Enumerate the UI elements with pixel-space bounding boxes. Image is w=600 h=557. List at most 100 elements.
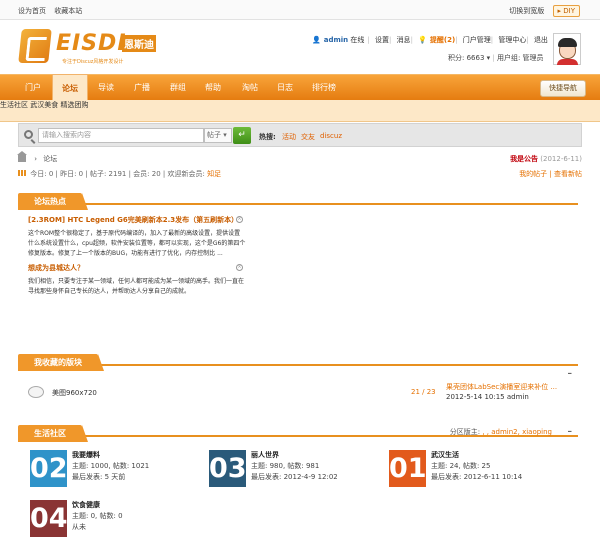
bookmark-link[interactable]: 收藏本站 — [54, 7, 82, 15]
nav-item-portal[interactable]: 门户 — [25, 75, 41, 101]
forum-badge[interactable]: 01 — [389, 450, 427, 487]
fav-forum-name[interactable]: 美图960x720 — [52, 388, 97, 398]
close-icon[interactable]: × — [236, 264, 243, 271]
avatar[interactable] — [553, 33, 581, 65]
hot-word-2[interactable]: 交友 — [301, 132, 315, 142]
nav-item-help[interactable]: 帮助 — [205, 75, 221, 101]
fav-section-title: 我收藏的版块 — [18, 354, 104, 371]
forum-meta: 主题: 1000, 帖数: 1021 — [72, 462, 150, 470]
my-posts-link[interactable]: 我的帖子 — [519, 170, 547, 178]
sub-nav: 生活社区 武汉美食 精选团购 — [0, 100, 600, 122]
forum-name[interactable]: 丽人世界 — [251, 451, 279, 459]
nav-item-broadcast[interactable]: 广播 — [134, 75, 150, 101]
search-input[interactable]: 请输入搜索内容 — [38, 128, 204, 143]
diy-button[interactable]: ▸ DIY — [552, 5, 580, 17]
hot-thread-body: 这个ROM整个很稳定了，基于原代码编译的，加入了最新的高级设置，提供设置什么系统… — [28, 230, 246, 257]
search-submit-button[interactable]: ↵ — [233, 127, 251, 144]
forum-name[interactable]: 武汉生活 — [431, 451, 459, 459]
diy-label: DIY — [563, 7, 575, 15]
nav-item-blog[interactable]: 日志 — [277, 75, 293, 101]
hot-section-title: 论坛热点 — [18, 193, 88, 210]
online-status[interactable]: 在线 — [350, 36, 364, 44]
usergroup-link[interactable]: 用户组: 管理员 — [497, 54, 544, 62]
nav-item-collection[interactable]: 淘帖 — [242, 75, 258, 101]
forum-name[interactable]: 我要爆料 — [72, 451, 100, 459]
hot-word-1[interactable]: 活动 — [282, 132, 296, 142]
settings-link[interactable]: 设置 — [375, 36, 389, 44]
search-scope-label: 帖子 — [207, 131, 221, 139]
newest-member-link[interactable]: 知足 — [207, 170, 221, 178]
forum-badge[interactable]: 02 — [30, 450, 68, 487]
announcement-title[interactable]: 我是公告 — [510, 155, 538, 163]
subnav-life[interactable]: 生活社区 — [0, 101, 28, 109]
main-nav: 门户 论坛 导读 广播 群组 帮助 淘帖 日志 排行榜 快捷导航 — [0, 74, 600, 102]
announcement-date: (2012-6-11) — [540, 155, 582, 163]
breadcrumb-forum[interactable]: 论坛 — [43, 155, 57, 163]
stats-members: 会员: 20 — [133, 170, 161, 178]
logout-link[interactable]: 退出 — [534, 36, 548, 44]
collapse-icon[interactable]: – — [568, 427, 573, 437]
announcement: 我是公告 (2012-6-11) — [510, 154, 582, 164]
points-link[interactable]: 积分: 6663 — [448, 54, 484, 62]
nav-item-guide[interactable]: 导读 — [98, 75, 114, 101]
forum-last: 最后发表: 5 天前 — [72, 473, 126, 481]
logo-text[interactable]: EISDL — [56, 31, 132, 56]
forum-stats: 今日: 0 | 昨日: 0 | 帖子: 2191 | 会员: 20 | 欢迎新会… — [18, 169, 221, 179]
username-link[interactable]: admin — [324, 36, 348, 44]
nav-item-groups[interactable]: 群组 — [170, 75, 186, 101]
logo-cn: 恩斯迪 — [122, 35, 156, 52]
subnav-food[interactable]: 武汉美食 — [30, 101, 58, 109]
search-icon — [24, 130, 33, 139]
stats-posts: 帖子: 2191 — [89, 170, 127, 178]
nav-item-ranking[interactable]: 排行榜 — [312, 75, 336, 101]
forum-meta: 主题: 0, 帖数: 0 — [72, 512, 123, 520]
forum-last: 最后发表: 2012-4-9 12:02 — [251, 473, 338, 481]
hot-thread-body: 我们相信，只要专注于某一领域，任何人都可能成为某一领域的高手。我们一直在寻找那些… — [28, 278, 245, 295]
search-scope-select[interactable]: 帖子 ▾ — [204, 128, 232, 143]
new-posts-link[interactable]: 查看新帖 — [554, 170, 582, 178]
life-section-title: 生活社区 — [18, 425, 88, 442]
home-icon[interactable] — [17, 151, 27, 162]
hot-thread-title[interactable]: 想成为县城达人？ — [28, 264, 84, 272]
forum-name[interactable]: 饮食健康 — [72, 501, 100, 509]
hot-thread-title[interactable]: [2.3ROM] HTC Legend G6完美刷新本2.3发布（第五刷新本） — [28, 216, 238, 224]
logo-tagline: 专注于Discuz风格开发设计 — [62, 59, 124, 65]
switch-width-link[interactable]: 切换到宽版 — [509, 7, 544, 15]
forum-last: 从未 — [72, 523, 86, 531]
user-icon: 👤 — [312, 36, 321, 44]
hot-search-label: 热搜: — [259, 133, 276, 141]
search-bar: 请输入搜索内容 帖子 ▾ ↵ 热搜: 活动 交友 discuz — [18, 123, 582, 147]
hot-thread: [2.3ROM] HTC Legend G6完美刷新本2.3发布（第五刷新本） … — [28, 215, 246, 259]
messages-link[interactable]: 消息 — [397, 36, 411, 44]
moderators: 分区版主: , , admin2, xiaoping — [450, 427, 552, 437]
portal-mgmt-link[interactable]: 门户管理 — [463, 36, 491, 44]
stats-yesterday: 昨日: 0 — [60, 170, 84, 178]
reminder-link[interactable]: 提醒(2) — [430, 36, 455, 44]
forum-bubble-icon — [28, 386, 44, 398]
close-icon[interactable]: × — [236, 216, 243, 223]
hot-thread-list: [2.3ROM] HTC Legend G6完美刷新本2.3发布（第五刷新本） … — [28, 215, 246, 297]
moderators-list[interactable]: , , admin2, xiaoping — [482, 428, 552, 436]
nav-item-forum[interactable]: 论坛 — [52, 74, 88, 102]
fav-forum-last-post: 果壳团体LabSec演播室迎来补位 ... 2012-5-14 10:15 ad… — [446, 382, 557, 402]
bulb-icon: 💡 — [418, 36, 427, 44]
logo-icon[interactable] — [18, 29, 52, 63]
forum-badge[interactable]: 04 — [30, 500, 68, 537]
hot-word-3[interactable]: discuz — [320, 132, 342, 140]
hot-thread: 想成为县城达人？ 我们相信，只要专注于某一领域，任何人都可能成为某一领域的高手。… — [28, 263, 246, 297]
collapse-icon[interactable]: – — [568, 369, 573, 379]
forum-badge[interactable]: 03 — [209, 450, 247, 487]
user-stats: 积分: 6663 ▾ | 用户组: 管理员 — [448, 54, 544, 62]
quick-nav-button[interactable]: 快捷导航 — [540, 80, 586, 97]
stats-chart-icon — [18, 170, 26, 176]
top-bar: 设为首页 收藏本站 切换到宽版 ▸ DIY — [0, 0, 600, 20]
my-links: 我的帖子 | 查看新帖 — [519, 170, 582, 178]
set-home-link[interactable]: 设为首页 — [18, 7, 46, 15]
admin-center-link[interactable]: 管理中心 — [498, 36, 526, 44]
forum-meta: 主题: 24, 帖数: 25 — [431, 462, 491, 470]
header: EISDL 恩斯迪 专注于Discuz风格开发设计 👤 admin 在线 | 设置|… — [0, 21, 600, 73]
fav-forum-count: 21 / 23 — [411, 388, 436, 396]
forum-last: 最后发表: 2012-6-11 10:14 — [431, 473, 523, 481]
subnav-groupbuy[interactable]: 精选团购 — [60, 101, 88, 109]
fav-last-post-title[interactable]: 果壳团体LabSec演播室迎来补位 ... — [446, 383, 557, 391]
